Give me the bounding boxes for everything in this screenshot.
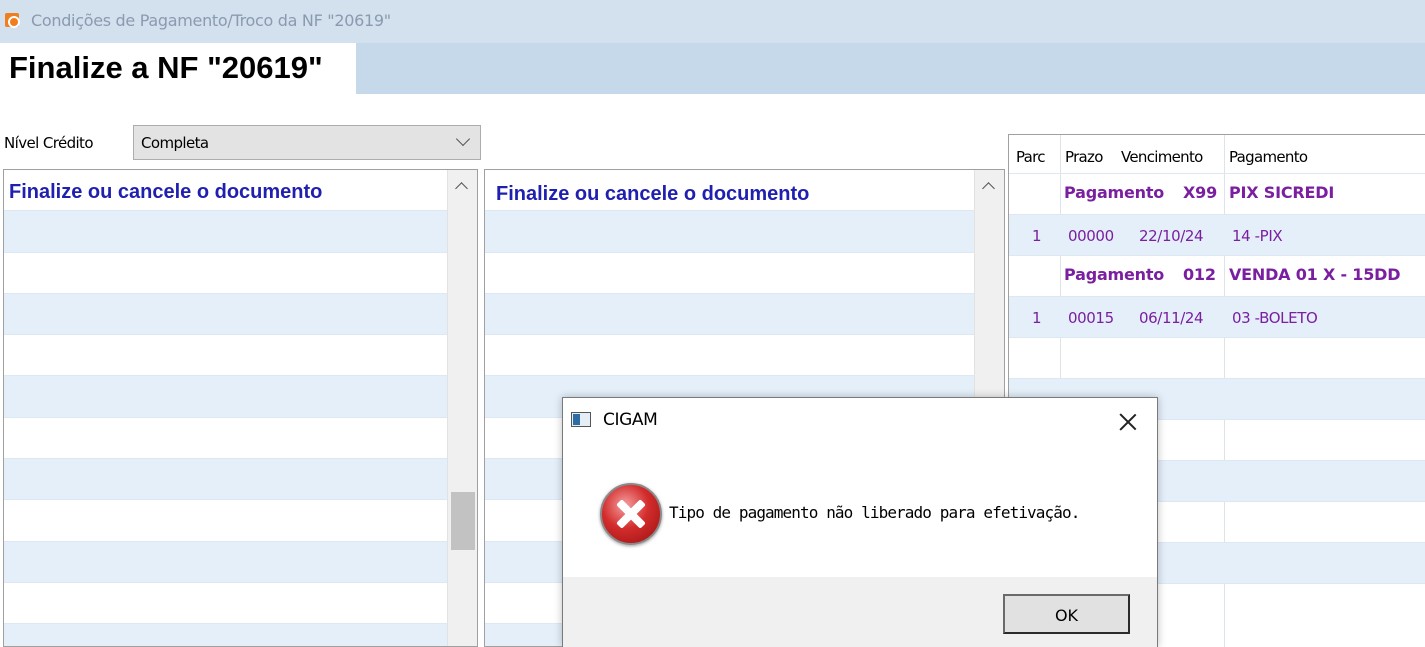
ok-button-label: OK <box>1054 606 1079 625</box>
error-icon <box>600 483 662 545</box>
cell-pagamento: 14 -PIX <box>1232 227 1283 245</box>
app-icon <box>5 13 20 28</box>
list-item[interactable] <box>4 459 477 501</box>
left-panel-rows <box>4 170 477 646</box>
cell-parc: 1 <box>1032 309 1042 327</box>
nivel-credito-select[interactable]: Completa <box>133 125 481 160</box>
left-scrollbar[interactable] <box>447 170 477 646</box>
nivel-credito-value: Completa <box>141 134 209 152</box>
cell-vencimento: 22/10/24 <box>1139 227 1204 245</box>
middle-panel-heading: Finalize ou cancele o documento <box>496 183 810 205</box>
table-row[interactable] <box>1009 337 1425 378</box>
scroll-up-icon[interactable] <box>455 182 468 195</box>
window-icon <box>571 412 591 427</box>
scrollbar-thumb[interactable] <box>451 492 475 550</box>
list-item[interactable] <box>4 541 477 583</box>
left-panel-heading: Finalize ou cancele o documento <box>9 181 323 203</box>
nivel-credito-label: Nível Crédito <box>4 134 94 152</box>
group-label: Pagamento <box>1064 265 1165 284</box>
cell-parc: 1 <box>1032 227 1042 245</box>
error-dialog: CIGAM Tipo de pagamento não liberado par… <box>562 397 1158 647</box>
col-header-prazo[interactable]: Prazo <box>1065 148 1103 166</box>
chevron-down-icon[interactable] <box>455 131 471 147</box>
scroll-up-icon[interactable] <box>982 182 995 195</box>
dialog-message: Tipo de pagamento não liberado para efet… <box>669 503 1080 522</box>
page-title: Finalize a NF "20619" <box>9 50 323 85</box>
group-code: 012 <box>1183 265 1216 284</box>
group-name: PIX SICREDI <box>1229 183 1335 202</box>
ok-button[interactable]: OK <box>1003 594 1130 634</box>
left-panel[interactable]: Finalize ou cancele o documento <box>3 169 478 647</box>
close-icon[interactable] <box>1116 410 1140 434</box>
window: Condições de Pagamento/Troco da NF "2061… <box>0 0 1425 647</box>
col-header-pagamento[interactable]: Pagamento <box>1229 148 1308 166</box>
grid-header: Parc Prazo Vencimento Pagamento <box>1009 135 1425 176</box>
dialog-footer: OK <box>563 577 1157 647</box>
list-item[interactable] <box>4 211 477 253</box>
cell-pagamento: 03 -BOLETO <box>1232 309 1318 327</box>
group-row[interactable]: Pagamento 012 VENDA 01 X - 15DD <box>1009 255 1425 296</box>
list-item[interactable] <box>485 211 1004 253</box>
cell-prazo: 00015 <box>1068 309 1114 327</box>
col-header-vencimento[interactable]: Vencimento <box>1121 148 1203 166</box>
group-name: VENDA 01 X - 15DD <box>1229 265 1401 284</box>
list-item[interactable] <box>4 624 477 646</box>
cell-prazo: 00000 <box>1068 227 1114 245</box>
window-title: Condições de Pagamento/Troco da NF "2061… <box>31 11 391 30</box>
list-item[interactable] <box>485 335 1004 377</box>
list-item[interactable] <box>4 418 477 460</box>
group-code: X99 <box>1183 183 1218 202</box>
list-item[interactable] <box>485 293 1004 336</box>
group-label: Pagamento <box>1064 183 1165 202</box>
list-item[interactable] <box>4 376 477 418</box>
group-row[interactable]: Pagamento X99 PIX SICREDI <box>1009 173 1425 214</box>
list-item[interactable] <box>4 583 477 625</box>
dialog-title: CIGAM <box>603 410 658 430</box>
list-item[interactable] <box>4 335 477 377</box>
title-bar: Condições de Pagamento/Troco da NF "2061… <box>0 0 1425 43</box>
list-item[interactable] <box>4 293 477 336</box>
list-item[interactable] <box>485 253 1004 294</box>
cell-vencimento: 06/11/24 <box>1139 309 1204 327</box>
table-row[interactable]: 1 00015 06/11/24 03 -BOLETO <box>1009 296 1425 337</box>
col-header-parc[interactable]: Parc <box>1016 148 1046 166</box>
list-item[interactable] <box>4 253 477 294</box>
table-row[interactable]: 1 00000 22/10/24 14 -PIX <box>1009 214 1425 255</box>
list-item[interactable] <box>4 500 477 542</box>
